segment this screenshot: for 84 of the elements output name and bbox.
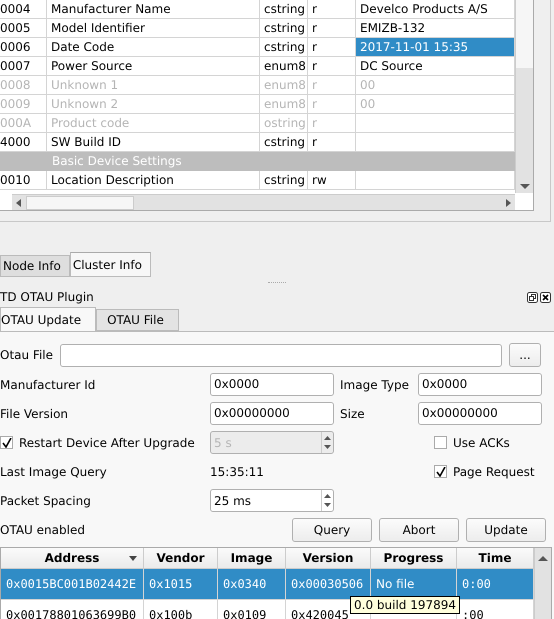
tooltip: 0.0 build 197894 bbox=[350, 596, 460, 614]
table-cell: rw bbox=[308, 171, 356, 190]
field-label: Last Image Query bbox=[0, 464, 108, 478]
checkbox[interactable] bbox=[434, 436, 447, 449]
field-label: Manufacturer Id bbox=[0, 378, 96, 392]
vertical-scrollbar[interactable] bbox=[515, 0, 533, 193]
table-cell: Manufacturer Name bbox=[47, 0, 260, 19]
table-cell: 0007 bbox=[0, 57, 47, 76]
action-button[interactable]: Update bbox=[466, 518, 546, 542]
column-header[interactable]: Vendor bbox=[144, 548, 218, 568]
table-cell: enum8 bbox=[260, 95, 308, 114]
table-cell: cstring bbox=[260, 171, 308, 190]
input-field[interactable]: 0x0000 bbox=[210, 373, 334, 396]
table-cell: enum8 bbox=[260, 57, 308, 76]
table-cell: Model Identifier bbox=[47, 19, 260, 38]
file-path-field[interactable] bbox=[60, 344, 502, 366]
status-label: OTAU enabled bbox=[0, 522, 86, 536]
float-icon[interactable] bbox=[527, 292, 538, 302]
input-field[interactable]: 0x00000000 bbox=[210, 402, 334, 425]
table-cell: r bbox=[308, 114, 356, 133]
checkbox-label: Use ACKs bbox=[453, 436, 510, 450]
table-cell: 0008 bbox=[0, 76, 47, 95]
table-cell: r bbox=[308, 76, 356, 95]
tab[interactable]: Node Info bbox=[0, 255, 70, 277]
table-cell: r bbox=[308, 95, 356, 114]
table-cell: 0x100b bbox=[144, 600, 218, 619]
checkbox-label: Restart Device After Upgrade bbox=[19, 436, 195, 450]
table-cell: Location Description bbox=[47, 171, 260, 190]
spin-box[interactable]: 25 ms bbox=[210, 489, 334, 512]
spin-arrows-icon[interactable] bbox=[321, 490, 333, 511]
table-cell: Date Code bbox=[47, 38, 260, 57]
table-cell: 0009 bbox=[0, 95, 47, 114]
checkbox-label: Page Request bbox=[453, 464, 535, 478]
input-field[interactable]: 0x0000 bbox=[418, 373, 542, 396]
column-header[interactable]: Image bbox=[218, 548, 286, 568]
table-cell[interactable]: 2017-11-01 15:35 bbox=[356, 38, 515, 57]
table-cell[interactable]: Develco Products A/S bbox=[356, 0, 515, 19]
vertical-scrollbar[interactable] bbox=[534, 548, 551, 619]
table-cell: cstring bbox=[260, 19, 308, 38]
table-cell: 0004 bbox=[0, 0, 47, 19]
table-cell: Power Source bbox=[47, 57, 260, 76]
checkbox[interactable] bbox=[434, 465, 447, 478]
table-cell: 0x00178801063699B0 bbox=[1, 600, 144, 619]
tab[interactable]: OTAU File bbox=[96, 309, 179, 331]
table-cell: 0006 bbox=[0, 38, 47, 57]
group-header: Basic Device Settings bbox=[0, 152, 515, 171]
action-button[interactable]: Abort bbox=[379, 518, 459, 542]
table-cell: Unknown 1 bbox=[47, 76, 260, 95]
table-cell: r bbox=[308, 0, 356, 19]
table-cell: cstring bbox=[260, 38, 308, 57]
table-cell: r bbox=[308, 19, 356, 38]
close-icon[interactable] bbox=[540, 292, 551, 302]
horizontal-scrollbar[interactable] bbox=[12, 194, 515, 210]
table-cell: enum8 bbox=[260, 76, 308, 95]
table-cell: 0005 bbox=[0, 19, 47, 38]
time-value: 15:35:11 bbox=[210, 464, 265, 478]
field-label: Image Type bbox=[339, 378, 410, 392]
table-row[interactable]: 0x0015BC001B02442E 0x1015 0x0340 0x00030506 No file 0:00 bbox=[1, 569, 534, 600]
field-label: Packet Spacing bbox=[0, 494, 92, 508]
field-label: Otau File bbox=[0, 348, 54, 362]
table-cell: cstring bbox=[260, 0, 308, 19]
browse-button[interactable]: ... bbox=[509, 343, 541, 367]
checkbox[interactable] bbox=[0, 436, 13, 449]
field-label: Size bbox=[339, 406, 366, 420]
action-button[interactable]: Query bbox=[292, 518, 372, 542]
table-cell: 0x0109 bbox=[218, 600, 286, 619]
column-header[interactable]: Address bbox=[1, 548, 144, 568]
table-cell: Product code bbox=[47, 114, 260, 133]
tab[interactable]: OTAU Update bbox=[0, 307, 96, 331]
tab[interactable]: Cluster Info bbox=[70, 252, 151, 277]
table-cell: ostring bbox=[260, 114, 308, 133]
column-header[interactable]: Progress bbox=[371, 548, 457, 568]
field-label: File Version bbox=[0, 406, 70, 420]
table-cell: Unknown 2 bbox=[47, 95, 260, 114]
panel-title: TD OTAU Plugin bbox=[0, 290, 94, 304]
sort-icon bbox=[129, 556, 137, 561]
input-field[interactable]: 0x00000000 bbox=[418, 402, 542, 425]
table-cell: r bbox=[308, 57, 356, 76]
table-cell: 0x1015 bbox=[144, 569, 218, 600]
table-cell: 000A bbox=[0, 114, 47, 133]
column-header[interactable]: Version bbox=[286, 548, 371, 568]
table-cell: 0010 bbox=[0, 171, 47, 190]
table-cell: 0x0340 bbox=[218, 569, 286, 600]
table-cell: 0x0015BC001B02442E bbox=[1, 569, 144, 600]
